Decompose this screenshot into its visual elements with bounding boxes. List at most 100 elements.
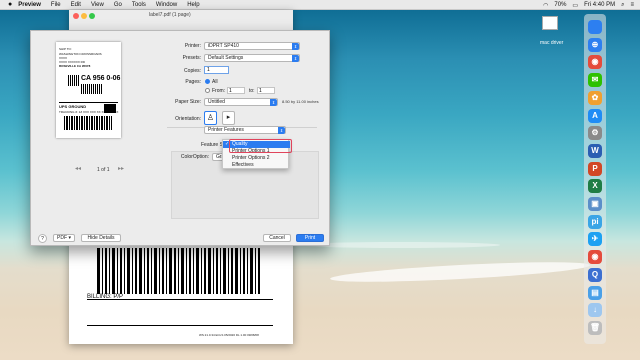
- dock-powerpoint-glyph: P: [592, 163, 598, 173]
- menu-edit[interactable]: Edit: [71, 2, 81, 8]
- document-title: label7.pdf (1 page): [149, 12, 191, 18]
- dock-trash-icon[interactable]: 🗑: [588, 320, 602, 335]
- chevron-down-icon: ⇕: [270, 99, 277, 106]
- dock-powerpoint-icon[interactable]: P: [588, 161, 602, 176]
- preview-small-barcode: [81, 84, 103, 94]
- dock-chrome-alt-glyph: ◉: [591, 252, 599, 262]
- printer-label: Printer:: [184, 43, 201, 49]
- desktop-file-icon[interactable]: [542, 16, 558, 30]
- presets-label: Presets:: [182, 55, 201, 61]
- close-button[interactable]: [73, 13, 79, 19]
- dock-photos-icon[interactable]: ✿: [588, 90, 602, 105]
- screen: ● Preview File Edit View Go Tools Window…: [0, 0, 640, 360]
- dock-chrome-alt-icon[interactable]: ◉: [588, 250, 602, 265]
- dock-quicktime-glyph: Q: [591, 269, 599, 279]
- presets-select[interactable]: Default Settings ⇕: [204, 54, 300, 62]
- pages-range-radio[interactable]: [205, 88, 210, 93]
- preview-zip-label: CA 956 0-06: [81, 75, 121, 82]
- next-page-icon[interactable]: ▸▸: [118, 165, 124, 172]
- printer-value: iDPRT SP410: [208, 43, 239, 49]
- pages-from-label: From:: [212, 88, 226, 94]
- preview-address-4: ROSEVILLE CA 95678: [59, 64, 91, 68]
- battery-icon[interactable]: ▭: [572, 2, 578, 9]
- pdf-menu-button[interactable]: PDF ▾: [53, 234, 75, 242]
- dock-settings-icon[interactable]: ⚙: [588, 126, 602, 141]
- menu-app-name[interactable]: Preview: [18, 2, 41, 8]
- menu-window[interactable]: Window: [156, 2, 177, 8]
- menu-bar: ● Preview File Edit View Go Tools Window…: [0, 0, 640, 10]
- pages-label: Pages:: [185, 79, 201, 85]
- menu-item-printer-options-2[interactable]: Printer Options 2: [223, 155, 290, 162]
- battery-text[interactable]: 70%: [554, 2, 566, 8]
- pages-all-radio[interactable]: [205, 79, 210, 84]
- wave-foam: [329, 258, 591, 286]
- chevron-down-icon: ▾: [68, 235, 71, 241]
- pages-to-input[interactable]: 1: [257, 87, 275, 94]
- menu-item-effectives[interactable]: Effectives: [223, 162, 290, 169]
- dock-ping-icon[interactable]: pi: [588, 214, 602, 229]
- notification-icon[interactable]: ≡: [630, 2, 634, 8]
- search-icon[interactable]: ⌕: [621, 2, 624, 9]
- print-button[interactable]: Print: [296, 234, 324, 242]
- menu-help[interactable]: Help: [187, 2, 199, 8]
- wifi-icon[interactable]: ◠: [543, 2, 548, 9]
- hide-details-button[interactable]: Hide Details: [81, 234, 121, 242]
- dock-settings-glyph: ⚙: [591, 128, 599, 138]
- dock-downloads-glyph: ↓: [593, 305, 597, 315]
- paper-size-label: Paper Size:: [175, 99, 201, 105]
- help-button[interactable]: ?: [38, 234, 47, 243]
- cancel-button[interactable]: Cancel: [263, 234, 291, 242]
- chevron-down-icon: ⇕: [278, 127, 285, 134]
- document-footer: WS 21.0.34 ECLS 05/2020 DL 1.00 09/08/08: [199, 333, 259, 337]
- menu-tools[interactable]: Tools: [132, 2, 146, 8]
- menu-file[interactable]: File: [51, 2, 61, 8]
- dock-folder-icon[interactable]: ▤: [588, 285, 602, 300]
- chevron-down-icon: ⇕: [292, 55, 299, 62]
- copies-input[interactable]: 1: [204, 66, 229, 74]
- pages-from-input[interactable]: 1: [227, 87, 245, 94]
- dock-preview-icon[interactable]: ▣: [588, 197, 602, 211]
- dock-word-icon[interactable]: W: [588, 143, 602, 158]
- dock-word-glyph: W: [591, 145, 599, 155]
- printer-select[interactable]: iDPRT SP410 ⇕: [204, 42, 300, 50]
- dock-quicktime-icon[interactable]: Q: [588, 267, 602, 282]
- preview-page-indicator: 1 of 1: [97, 167, 110, 173]
- dock-chrome-icon[interactable]: ◉: [588, 55, 602, 70]
- zoom-button[interactable]: [89, 13, 95, 19]
- clock[interactable]: Fri 4:40 PM: [584, 2, 615, 8]
- dock-wechat-icon[interactable]: ✉: [588, 73, 602, 88]
- dock-excel-icon[interactable]: X: [588, 179, 602, 194]
- apple-icon[interactable]: ●: [8, 1, 12, 8]
- pages-all-label: All: [212, 79, 218, 85]
- copies-label: Copies:: [184, 68, 201, 74]
- dock-safari-icon[interactable]: ⊕: [588, 37, 602, 52]
- paper-size-select[interactable]: Untitled ⇕: [204, 98, 278, 106]
- menu-item-printer-options-2-label: Printer Options 2: [232, 155, 270, 161]
- wave-foam-2: [300, 242, 500, 248]
- color-option-label: ColorOption:: [180, 154, 209, 160]
- section-select[interactable]: Printer Features ⇕: [204, 126, 286, 134]
- print-preview-page: SHIP TO: WASHINGTON CROSSROADS XXXX XXXX…: [56, 42, 121, 138]
- dock-safari-glyph: ⊕: [591, 39, 599, 49]
- dock-bird-app-icon[interactable]: ✈: [588, 232, 602, 247]
- dock-folder-glyph: ▤: [591, 287, 599, 297]
- preview-barcode: [64, 116, 112, 130]
- menu-go[interactable]: Go: [114, 2, 122, 8]
- presets-value: Default Settings: [208, 55, 244, 61]
- dock-downloads-icon[interactable]: ↓: [588, 303, 602, 318]
- print-dialog: SHIP TO: WASHINGTON CROSSROADS XXXX XXXX…: [30, 30, 330, 246]
- orientation-label: Orientation:: [175, 116, 201, 122]
- landscape-orientation-button[interactable]: ▸: [222, 111, 235, 125]
- section-value: Printer Features: [208, 127, 244, 133]
- dock-finder-icon[interactable]: [588, 20, 602, 34]
- dock-app-store-icon[interactable]: A: [588, 108, 602, 123]
- portrait-orientation-button[interactable]: ♙: [204, 111, 217, 125]
- minimize-button[interactable]: [81, 13, 87, 19]
- menu-view[interactable]: View: [91, 2, 104, 8]
- desktop-file-label: mac driver: [540, 40, 564, 46]
- prev-page-icon[interactable]: ◂◂: [75, 165, 81, 172]
- document-titlebar: label7.pdf (1 page): [69, 10, 293, 32]
- dock-photos-glyph: ✿: [591, 92, 599, 102]
- dock-trash-glyph: 🗑: [589, 322, 601, 332]
- dock-app-store-glyph: A: [592, 110, 598, 120]
